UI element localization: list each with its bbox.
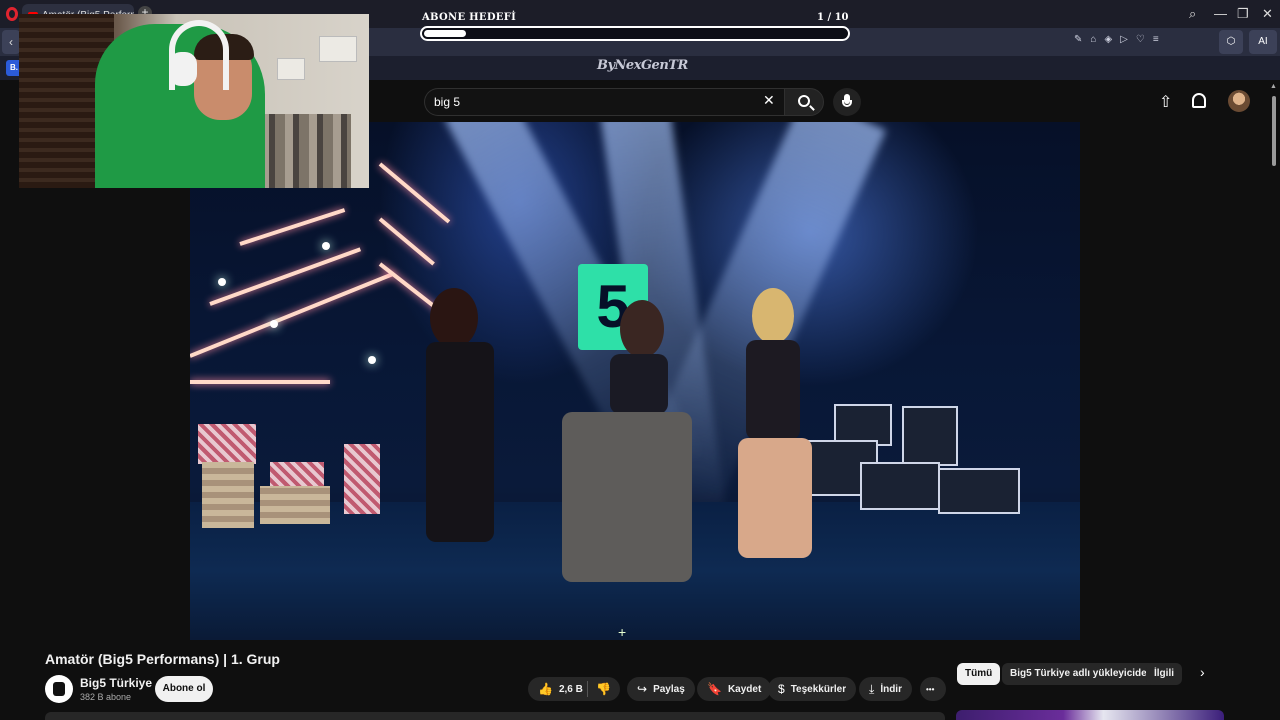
save-button[interactable]: 🔖 Kaydet bbox=[697, 677, 772, 701]
clothes-rack bbox=[251, 114, 351, 188]
play-icon[interactable]: ▷ bbox=[1120, 34, 1128, 45]
channel-logo-icon bbox=[53, 682, 65, 696]
video-title: Amatör (Big5 Performans) | 1. Grup bbox=[45, 651, 280, 667]
subscriber-goal-label: ABONE HEDEFİ bbox=[422, 12, 517, 23]
stage-spotlight bbox=[218, 278, 226, 286]
channel-name[interactable]: Big5 Türkiye bbox=[80, 676, 152, 690]
download-label: İndir bbox=[880, 683, 902, 695]
bookmark-icon: 🔖 bbox=[707, 682, 722, 696]
dancer-right bbox=[752, 288, 794, 344]
shield-icon[interactable]: ◈ bbox=[1104, 34, 1112, 45]
thanks-button[interactable]: $ Teşekkürler bbox=[768, 677, 857, 701]
scroll-up-arrow-icon[interactable]: ▲ bbox=[1270, 83, 1277, 90]
stage-spotlight bbox=[270, 320, 278, 328]
super-thanks-icon: $ bbox=[778, 682, 785, 696]
edit-icon[interactable]: ✎ bbox=[1074, 34, 1082, 45]
description-box[interactable] bbox=[45, 712, 945, 720]
like-button[interactable]: 👍 2,6 B bbox=[528, 677, 588, 701]
extension-cube-icon[interactable]: ⬡ bbox=[1219, 30, 1243, 54]
back-button[interactable]: ‹ bbox=[2, 30, 20, 54]
aria-ai-button[interactable]: AI bbox=[1249, 30, 1277, 54]
page-scrollbar[interactable] bbox=[1268, 80, 1280, 720]
gift-box bbox=[270, 462, 324, 488]
aria-label: AI bbox=[1258, 36, 1268, 47]
camera-icon[interactable]: ⌂ bbox=[1090, 34, 1096, 45]
share-icon: ↪ bbox=[637, 682, 648, 696]
download-button[interactable]: ⤓ İndir bbox=[859, 677, 912, 701]
voice-search-button[interactable] bbox=[833, 88, 861, 116]
close-window-button[interactable]: ✕ bbox=[1262, 6, 1273, 22]
subscriber-goal-progress bbox=[420, 26, 850, 41]
tab-search-icon[interactable]: ⌕ bbox=[1189, 6, 1196, 22]
equipment-crate bbox=[938, 468, 1020, 514]
chip-all[interactable]: Tümü bbox=[957, 663, 1001, 685]
equipment-crate bbox=[902, 406, 958, 466]
share-label: Paylaş bbox=[653, 683, 685, 695]
extension-icons: ✎ ⌂ ◈ ▷ ♡ ≡ bbox=[1074, 34, 1159, 45]
thumbs-down-icon: 👎 bbox=[596, 682, 611, 696]
heart-icon[interactable]: ♡ bbox=[1136, 34, 1145, 45]
thumbs-up-icon: 👍 bbox=[538, 682, 553, 696]
chip-related[interactable]: İlgili bbox=[1146, 663, 1182, 685]
crosshair-icon: + bbox=[618, 624, 627, 640]
neon-bar bbox=[239, 208, 346, 246]
share-button[interactable]: ↪ Paylaş bbox=[627, 677, 695, 701]
minimize-button[interactable]: — bbox=[1214, 6, 1227, 21]
maximize-button[interactable]: ❐ bbox=[1237, 6, 1249, 22]
gift-box bbox=[344, 444, 380, 514]
chips-next-arrow-icon[interactable]: › bbox=[1200, 664, 1205, 680]
chip-from-uploader[interactable]: Big5 Türkiye adlı yükleyiciden bbox=[1002, 663, 1161, 685]
search-icon bbox=[798, 95, 810, 107]
gift-box bbox=[198, 424, 256, 464]
clear-search-icon[interactable]: ✕ bbox=[763, 92, 775, 109]
upload-icon[interactable]: ⇧ bbox=[1159, 92, 1172, 112]
dancer-center bbox=[620, 300, 664, 358]
search-button[interactable] bbox=[784, 88, 824, 116]
subscriber-goal-fill bbox=[424, 30, 467, 37]
like-count: 2,6 B bbox=[558, 683, 583, 695]
gift-box bbox=[202, 462, 254, 528]
neon-bar bbox=[378, 162, 451, 224]
stream-overlay-logo: ByNexGenTR bbox=[597, 58, 688, 73]
recommended-video-thumbnail[interactable] bbox=[956, 710, 1224, 720]
neon-bar bbox=[190, 380, 330, 384]
notifications-bell-icon[interactable] bbox=[1192, 93, 1206, 108]
neon-bar bbox=[378, 217, 435, 266]
menu-icon[interactable]: ≡ bbox=[1153, 34, 1159, 45]
subscribe-button[interactable]: Abone ol bbox=[155, 676, 213, 702]
subscriber-goal-count: 1 / 10 bbox=[817, 12, 849, 23]
scrollbar-thumb[interactable] bbox=[1272, 96, 1276, 166]
download-icon: ⤓ bbox=[869, 681, 875, 696]
gift-box bbox=[260, 486, 330, 524]
opera-logo-icon[interactable] bbox=[6, 7, 18, 21]
stage-spotlight bbox=[322, 242, 330, 250]
search-input[interactable] bbox=[434, 93, 754, 111]
channel-avatar[interactable] bbox=[45, 675, 73, 703]
more-actions-button[interactable]: ••• bbox=[920, 677, 946, 701]
dislike-button[interactable]: 👎 bbox=[588, 677, 620, 701]
dancer-left bbox=[430, 288, 478, 348]
equipment-crate bbox=[860, 462, 940, 510]
save-label: Kaydet bbox=[727, 683, 762, 695]
video-player[interactable]: 5 + bbox=[190, 122, 1080, 640]
subscriber-count: 382 B abone bbox=[80, 692, 132, 702]
thanks-label: Teşekkürler bbox=[790, 683, 847, 695]
user-avatar[interactable] bbox=[1228, 90, 1250, 112]
streamer-webcam bbox=[19, 14, 369, 188]
stage-spotlight bbox=[368, 356, 376, 364]
